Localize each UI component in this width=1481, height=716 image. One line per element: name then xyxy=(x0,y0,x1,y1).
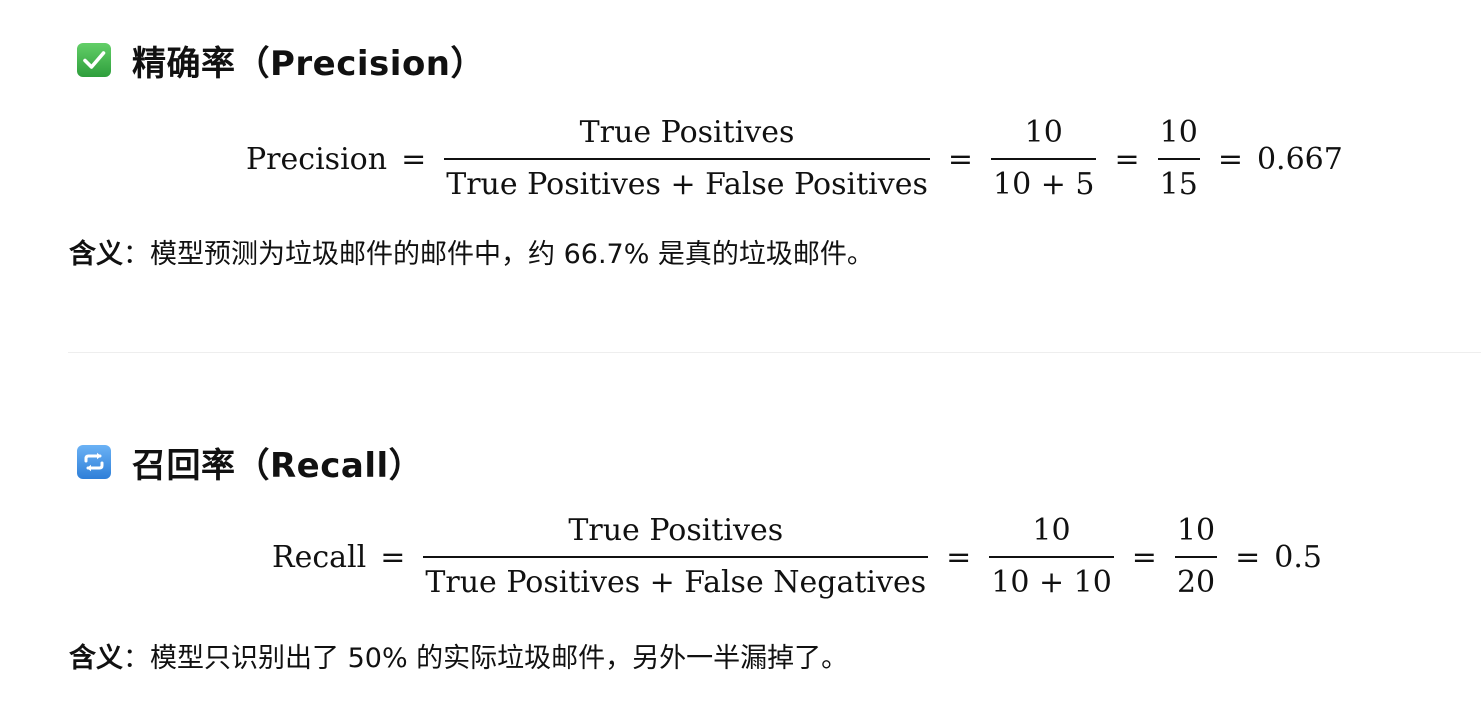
check-mark-button-icon xyxy=(77,43,111,77)
formula-result: 0.667 xyxy=(1256,141,1343,177)
fraction-denominator: 15 xyxy=(1159,166,1198,202)
equals-sign: = xyxy=(1114,141,1140,177)
meaning-text: ：模型预测为垃圾邮件的邮件中，约 66.7% 是真的垃圾邮件。 xyxy=(123,239,874,270)
fraction-numerator: 10 xyxy=(1024,115,1063,151)
recall-meaning: 含义：模型只识别出了 50% 的实际垃圾邮件，另外一半漏掉了。 xyxy=(69,636,848,675)
formula-lhs: Precision xyxy=(246,141,388,177)
meaning-label: 含义 xyxy=(69,239,123,270)
recall-formula: Recall = True Positives True Positives +… xyxy=(0,504,1481,614)
heading-text: 召回率（Recall） xyxy=(132,445,424,486)
fraction-substituted: 10 10 + 10 xyxy=(989,514,1114,600)
fraction-simplified: 10 20 xyxy=(1174,513,1218,600)
equals-sign: = xyxy=(1131,539,1157,575)
section-divider xyxy=(68,352,1481,353)
fraction-definition: True Positives True Positives + False Po… xyxy=(444,116,930,202)
equals-sign: = xyxy=(401,141,427,177)
fraction-denominator: 20 xyxy=(1176,564,1216,600)
precision-meaning: 含义：模型预测为垃圾邮件的邮件中，约 66.7% 是真的垃圾邮件。 xyxy=(69,232,874,271)
formula-result: 0.5 xyxy=(1274,539,1322,575)
recall-heading: 召回率（Recall） xyxy=(76,438,423,486)
equals-sign: = xyxy=(1217,141,1243,177)
equals-sign: = xyxy=(946,539,972,575)
fraction-denominator: 10 + 5 xyxy=(993,166,1095,202)
fraction-simplified: 10 15 xyxy=(1157,115,1200,202)
fraction-numerator: 10 xyxy=(1159,115,1198,151)
equals-sign: = xyxy=(947,141,973,177)
heading-text: 精确率（Precision） xyxy=(132,43,486,84)
fraction-numerator: True Positives xyxy=(579,115,795,151)
meaning-label: 含义 xyxy=(69,643,123,674)
fraction-denominator: True Positives + False Negatives xyxy=(425,564,927,600)
equals-sign: = xyxy=(1235,539,1261,575)
fraction-denominator: 10 + 10 xyxy=(991,564,1112,600)
fraction-numerator: True Positives xyxy=(568,513,784,549)
fraction-substituted: 10 10 + 5 xyxy=(991,115,1097,202)
precision-heading: 精确率（Precision） xyxy=(76,36,485,84)
equals-sign: = xyxy=(380,539,406,575)
fraction-numerator: 10 xyxy=(1032,513,1071,549)
formula-lhs: Recall xyxy=(272,539,367,575)
meaning-text: ：模型只识别出了 50% 的实际垃圾邮件，另外一半漏掉了。 xyxy=(123,643,849,674)
precision-formula: Precision = True Positives True Positive… xyxy=(0,104,1481,214)
fraction-definition: True Positives True Positives + False Ne… xyxy=(423,513,929,600)
repeat-arrows-button-icon xyxy=(77,445,111,479)
fraction-denominator: True Positives + False Positives xyxy=(446,166,928,202)
fraction-numerator: 10 xyxy=(1176,513,1216,549)
